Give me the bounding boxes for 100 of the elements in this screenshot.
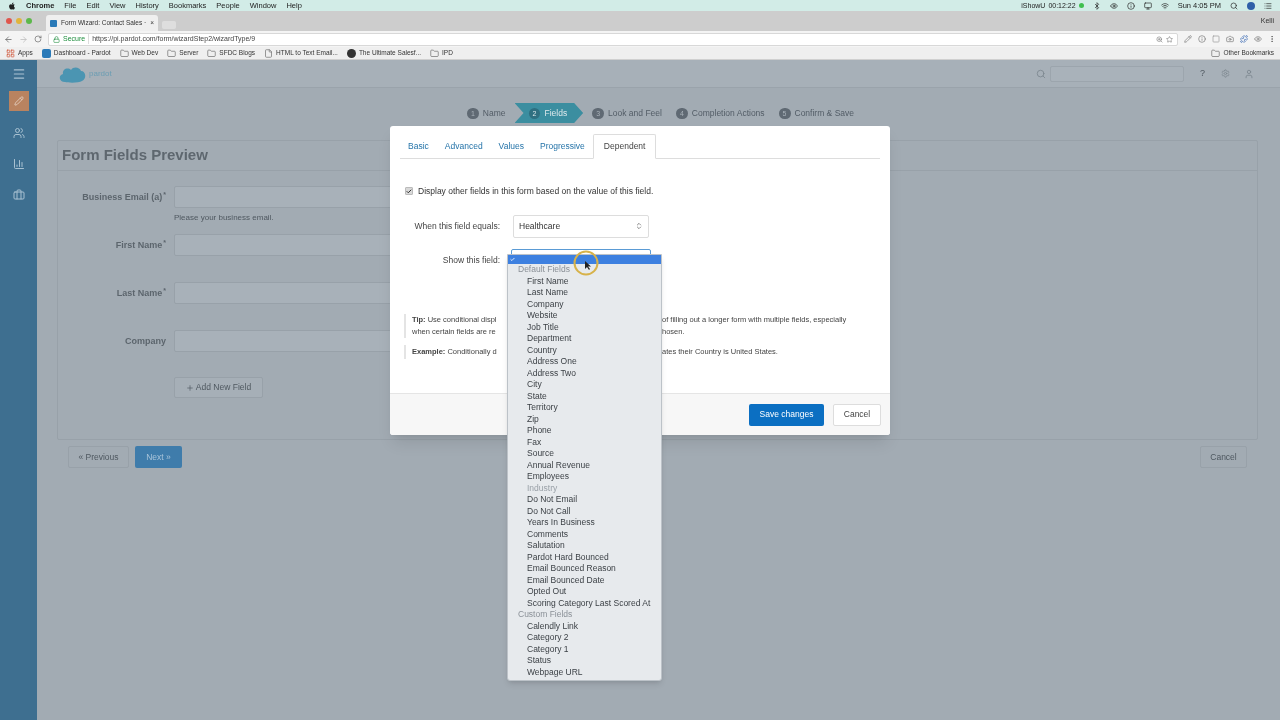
dropdown-option[interactable]: Email Bounced Date [508, 574, 661, 586]
dropdown-option[interactable]: Opted Out [508, 586, 661, 598]
dialog-tab[interactable]: Values [490, 134, 532, 158]
folder-icon [430, 48, 440, 58]
dropdown-option[interactable]: Employees [508, 471, 661, 483]
briefcase-icon[interactable] [12, 189, 25, 201]
dropdown-option[interactable]: Source [508, 448, 661, 460]
bluetooth-icon[interactable] [1092, 1, 1101, 10]
info-icon[interactable] [1198, 35, 1206, 43]
check-icon [510, 257, 515, 262]
info-icon[interactable] [1126, 1, 1135, 10]
dropdown-option[interactable]: Category 1 [508, 643, 661, 655]
step-label: Fields [544, 106, 568, 120]
reload-icon[interactable] [34, 35, 42, 43]
option-group-label: Custom Fields [517, 609, 573, 621]
dropdown-option[interactable]: Department [508, 333, 661, 345]
wifi-icon[interactable] [1160, 1, 1169, 10]
dropdown-option[interactable]: Territory [508, 402, 661, 414]
extension-icon[interactable] [1240, 35, 1248, 43]
dropdown-option[interactable]: Comments [508, 528, 661, 540]
settings-icon[interactable] [1221, 69, 1230, 78]
search-icon[interactable] [1230, 1, 1238, 10]
step-label: Completion Actions [691, 106, 765, 120]
forward-icon[interactable] [19, 34, 28, 44]
pen-icon[interactable] [1184, 35, 1192, 43]
dropdown-option[interactable] [508, 255, 661, 264]
chart-icon[interactable] [12, 158, 25, 170]
plus-icon [185, 383, 194, 392]
back-icon[interactable] [4, 34, 13, 44]
dialog-tab[interactable]: Basic [400, 134, 437, 158]
page-icon [264, 48, 274, 58]
siri-icon[interactable] [1247, 1, 1255, 10]
dropdown-option[interactable]: Annual Revenue [508, 459, 661, 471]
equals-select[interactable]: Healthcare [513, 214, 649, 238]
cursor-highlight-icon [573, 250, 599, 276]
extension-icon[interactable] [1212, 35, 1220, 43]
dropdown-option[interactable]: Website [508, 310, 661, 322]
lock-icon [53, 35, 60, 43]
apple-icon[interactable] [8, 1, 16, 10]
dropdown-option[interactable]: Company [508, 298, 661, 310]
folder-icon [167, 48, 177, 58]
zoom-window-icon[interactable] [26, 18, 32, 24]
field-label: When this field equals: [413, 219, 500, 233]
dropdown-option[interactable]: Webpage URL [508, 666, 661, 678]
dropdown-option[interactable]: First Name [508, 275, 661, 287]
option-group-label: Default Fields [517, 264, 570, 276]
dropdown-option[interactable]: Category 2 [508, 632, 661, 644]
cancel-button[interactable]: Cancel [833, 403, 881, 426]
dialog-tab[interactable]: Progressive [531, 134, 593, 158]
folder-icon [1211, 48, 1221, 58]
user-icon[interactable] [1244, 68, 1254, 79]
minimize-window-icon[interactable] [16, 18, 22, 24]
dropdown-option[interactable]: Country [508, 344, 661, 356]
dropdown-option[interactable]: Pardot Hard Bounced [508, 551, 661, 563]
dropdown-option[interactable]: Status [508, 655, 661, 667]
dropdown-option[interactable]: Job Title [508, 321, 661, 333]
dropdown-option[interactable]: Do Not Email [508, 494, 661, 506]
panel-title: Form Fields Preview [62, 145, 208, 166]
list-icon[interactable] [1264, 1, 1272, 10]
apps-icon [6, 48, 15, 58]
field-label: Company [124, 335, 166, 348]
dialog-tab[interactable]: Advanced [436, 134, 491, 158]
step-label: Name [482, 106, 506, 120]
select-arrows-icon [635, 222, 643, 231]
display-icon[interactable] [1143, 1, 1152, 10]
dropdown-option[interactable]: Do Not Call [508, 505, 661, 517]
dropdown-option[interactable]: City [508, 379, 661, 391]
dropdown-option[interactable]: Fax [508, 436, 661, 448]
eye-icon[interactable] [1109, 1, 1118, 10]
camera-icon[interactable] [1226, 35, 1234, 43]
save-button[interactable]: Save changes [749, 403, 824, 426]
close-window-icon[interactable] [6, 18, 12, 24]
dropdown-option[interactable]: Calendly Link [508, 620, 661, 632]
sidebar-item[interactable] [8, 91, 29, 111]
dropdown-option[interactable]: Address Two [508, 367, 661, 379]
dropdown-option[interactable]: Address One [508, 356, 661, 368]
checkbox-label: Display other fields in this form based on the value of this field. [418, 185, 654, 198]
folder-icon [207, 48, 217, 58]
dropdown-option[interactable]: State [508, 390, 661, 402]
users-icon[interactable] [12, 127, 25, 139]
zoom-icon[interactable] [1156, 35, 1163, 43]
field-hint: Please your business email. [174, 212, 275, 224]
bookmark-star-icon[interactable] [1166, 35, 1173, 43]
eye-icon[interactable] [1254, 35, 1262, 43]
help-icon[interactable]: ? [1200, 66, 1205, 81]
favicon-icon [50, 19, 57, 27]
dropdown-option[interactable]: Scoring Category Last Scored At [508, 597, 661, 609]
dialog-tab[interactable]: Dependent [592, 134, 657, 159]
dropdown-option[interactable]: Email Bounced Reason [508, 563, 661, 575]
checkbox[interactable] [405, 187, 413, 196]
dropdown-option[interactable]: Zip [508, 413, 661, 425]
dropdown-option[interactable]: Years In Business [508, 517, 661, 529]
dropdown-option[interactable]: Last Name [508, 287, 661, 299]
favicon-icon [41, 48, 51, 58]
field-label: Show this field: [441, 253, 500, 267]
menu-icon[interactable] [11, 67, 26, 81]
field-label: Last Name$^{*}$ [115, 285, 166, 300]
dropdown-option[interactable]: Phone [508, 425, 661, 437]
menu-icon[interactable] [1268, 35, 1276, 43]
dropdown-option[interactable]: Salutation [508, 540, 661, 552]
